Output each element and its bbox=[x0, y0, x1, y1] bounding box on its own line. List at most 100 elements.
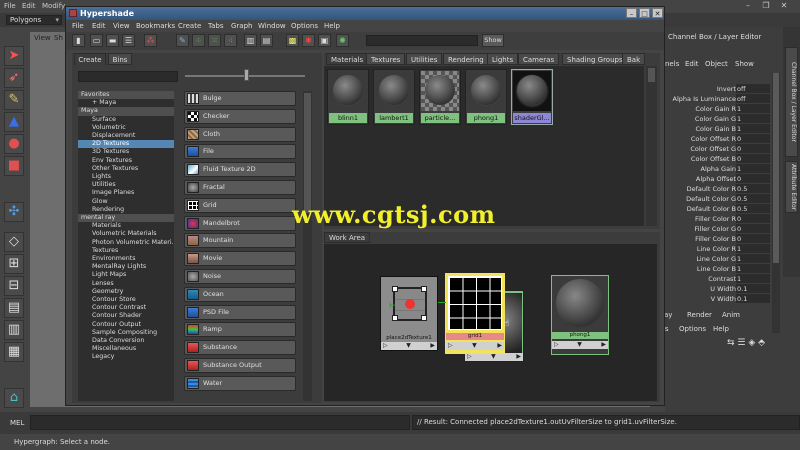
channel-attr-row[interactable]: Default Color R 0.5 bbox=[665, 184, 770, 194]
maya-menu-file[interactable]: File bbox=[4, 2, 16, 10]
tree-item[interactable]: Contour Output bbox=[78, 321, 174, 329]
channel-box-scrollbar[interactable] bbox=[772, 73, 780, 333]
channel-attr-row[interactable]: Color Gain R1 bbox=[665, 104, 770, 114]
tree-item[interactable]: + Maya bbox=[78, 99, 174, 107]
channel-attr-row[interactable]: Filler Color G0 bbox=[665, 224, 770, 234]
channel-attr-row[interactable]: Alpha Gain 1 bbox=[665, 164, 770, 174]
channel-attr-row[interactable]: Invert off bbox=[665, 84, 770, 94]
layout-outliner-icon[interactable]: ▤ bbox=[4, 298, 24, 318]
channel-attr-value[interactable]: 1 bbox=[736, 264, 770, 273]
layer-tab-render[interactable]: Render bbox=[687, 311, 712, 319]
swatch-shader-glow[interactable]: shaderGl... bbox=[511, 69, 553, 125]
tree-item[interactable]: Volumetric Materials bbox=[78, 230, 174, 238]
tree-item[interactable]: Legacy bbox=[78, 353, 174, 361]
render-view-icon[interactable]: ▩ bbox=[286, 34, 299, 47]
tree-item[interactable]: Glow bbox=[78, 198, 174, 206]
channel-attr-value[interactable]: 0.5 bbox=[736, 204, 770, 213]
clear-graph-icon[interactable]: ✎ bbox=[176, 34, 189, 47]
channel-attr-value[interactable]: 0 bbox=[736, 134, 770, 143]
channel-attr-row[interactable]: Default Color G 0.5 bbox=[665, 194, 770, 204]
channel-attr-value[interactable]: 0 bbox=[736, 224, 770, 233]
tree-item[interactable]: Photon Volumetric Materi... bbox=[78, 239, 174, 247]
tree-item[interactable]: Lights bbox=[78, 173, 174, 181]
tree-item[interactable]: Textures bbox=[78, 247, 174, 255]
tab-rendering[interactable]: Rendering bbox=[443, 53, 489, 65]
tree-item[interactable]: Maya bbox=[78, 107, 174, 116]
tree-item[interactable]: Miscellaneous bbox=[78, 345, 174, 353]
channel-attr-row[interactable]: V Width 0.1 bbox=[665, 294, 770, 304]
layer-menu-help[interactable]: Help bbox=[713, 325, 729, 333]
node-place2dtexture1[interactable]: ⊢ place2dTexture1 ▷ ▼ ▶ bbox=[380, 276, 438, 351]
tree-item[interactable]: Sample Compositing bbox=[78, 329, 174, 337]
texture-button[interactable]: Cloth bbox=[184, 126, 296, 142]
texture-button[interactable]: Bulge bbox=[184, 91, 296, 106]
channel-attr-row[interactable]: Default Color B 0.5 bbox=[665, 204, 770, 214]
hide-graph-icon[interactable]: ▤ bbox=[260, 34, 273, 47]
tab-create[interactable]: Create bbox=[74, 53, 106, 65]
channel-attr-value[interactable]: 0 bbox=[736, 174, 770, 183]
channel-attr-row[interactable]: Line Color B1 bbox=[665, 264, 770, 274]
layout-four-icon[interactable]: ⊞ bbox=[4, 254, 24, 274]
channel-attr-row[interactable]: Color Gain G1 bbox=[665, 114, 770, 124]
channel-attr-value[interactable]: 0.1 bbox=[736, 294, 770, 303]
output-connections-icon[interactable]: ⁖ bbox=[224, 34, 237, 47]
tab-utilities[interactable]: Utilities bbox=[406, 53, 443, 65]
scale-tool-icon[interactable]: ■ bbox=[4, 156, 24, 176]
channel-attr-row[interactable]: Alpha Is Luminance off bbox=[665, 94, 770, 104]
create-filter-input[interactable] bbox=[78, 71, 178, 82]
channel-attr-row[interactable]: Line Color R1 bbox=[665, 244, 770, 254]
channel-attr-row[interactable]: Filler Color B0 bbox=[665, 234, 770, 244]
mel-command-input[interactable] bbox=[30, 415, 410, 430]
hypershade-close-icon[interactable]: ✕ bbox=[652, 8, 663, 18]
input-output-connections-icon[interactable]: ⁙ bbox=[208, 34, 221, 47]
tree-item[interactable]: Contour Store bbox=[78, 296, 174, 304]
side-tab-channel-box[interactable]: Channel Box / Layer Editor bbox=[785, 47, 798, 157]
manipulator-tool-icon[interactable]: ✣ bbox=[4, 202, 24, 222]
hypershade-maximize-icon[interactable]: □ bbox=[639, 8, 650, 18]
swatch-phong1[interactable]: phong1 bbox=[465, 69, 507, 125]
layer-menu-options[interactable]: Options bbox=[679, 325, 706, 333]
maya-menu-edit[interactable]: Edit bbox=[22, 2, 36, 10]
hypershade-search-input[interactable] bbox=[366, 35, 478, 46]
texture-button[interactable]: Substance bbox=[184, 340, 296, 356]
swatch-lambert1[interactable]: lambert1 bbox=[373, 69, 415, 125]
channel-attr-row[interactable]: Alpha Offset 0 bbox=[665, 174, 770, 184]
texture-button[interactable]: Mandelbrot bbox=[184, 215, 296, 231]
tree-item[interactable]: Displacement bbox=[78, 132, 174, 140]
tree-item[interactable]: Favorites bbox=[78, 91, 174, 100]
toggle-create-bar-icon[interactable]: ▮ bbox=[72, 34, 85, 47]
channel-attr-value[interactable]: 0 bbox=[736, 144, 770, 153]
channel-attr-value[interactable]: 0 bbox=[736, 214, 770, 223]
channel-attr-value[interactable]: 1 bbox=[736, 254, 770, 263]
texture-button[interactable]: Water bbox=[184, 375, 296, 391]
tab-textures[interactable]: Textures bbox=[366, 53, 406, 65]
texture-list-scrollbar[interactable] bbox=[303, 91, 312, 401]
channel-attr-row[interactable]: Filler Color R0 bbox=[665, 214, 770, 224]
maya-restore-icon[interactable]: ❐ bbox=[760, 1, 772, 11]
tree-item[interactable]: 2D Textures bbox=[78, 140, 174, 149]
hs-menu-create[interactable]: Create bbox=[178, 22, 201, 30]
tree-item[interactable]: mental ray bbox=[78, 214, 174, 223]
channel-box-menu-channels[interactable]: nels bbox=[665, 60, 679, 68]
node-port-bar[interactable]: ▷ ▼ ▶ bbox=[381, 342, 437, 350]
hypershade-titlebar[interactable]: Hypershade – □ ✕ bbox=[66, 7, 664, 20]
mel-label[interactable]: MEL bbox=[10, 419, 24, 427]
channel-attr-value[interactable]: off bbox=[736, 94, 770, 103]
tab-work-area[interactable]: Work Area bbox=[324, 232, 371, 243]
graph-network-icon[interactable]: ⁂ bbox=[144, 34, 157, 47]
tree-item[interactable]: Data Conversion bbox=[78, 337, 174, 345]
lasso-tool-icon[interactable]: ➶ bbox=[4, 68, 24, 88]
work-area-canvas[interactable]: ⊢ place2dTexture1 ▷ ▼ ▶ ▷ ▼ ▶ grid1 ▷ ▼ ▶ ☝ bbox=[324, 244, 657, 401]
side-tab-attribute-editor[interactable]: Attribute Editor bbox=[785, 161, 798, 213]
channel-attr-value[interactable]: 0 bbox=[736, 154, 770, 163]
channel-attr-row[interactable]: Color Gain B1 bbox=[665, 124, 770, 134]
rotate-tool-icon[interactable]: ● bbox=[4, 134, 24, 154]
menu-set-select[interactable]: Polygons bbox=[6, 15, 62, 25]
maya-close-icon[interactable]: ✕ bbox=[778, 1, 790, 11]
select-tool-icon[interactable]: ➤ bbox=[4, 46, 24, 66]
tree-item[interactable]: MentalRay Lights bbox=[78, 263, 174, 271]
tree-item[interactable]: Image Planes bbox=[78, 189, 174, 197]
layout-graph-icon[interactable]: ▥ bbox=[4, 320, 24, 340]
channel-attr-value[interactable]: off bbox=[736, 84, 770, 93]
input-connections-icon[interactable]: ⁘ bbox=[192, 34, 205, 47]
